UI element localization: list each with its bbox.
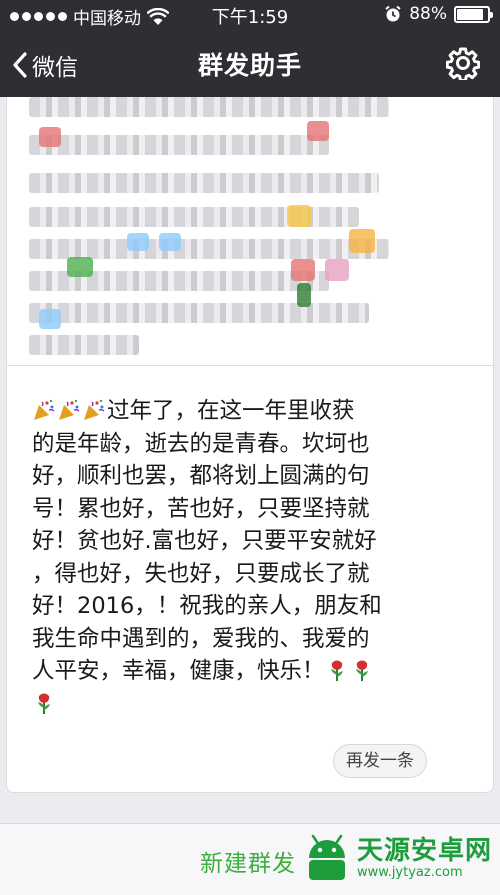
message-line: 的是年龄，逝去的是青春。坎坷也 <box>32 430 370 457</box>
rose-icon <box>355 660 368 681</box>
resend-button[interactable]: 再发一条 <box>333 744 427 778</box>
top-bar: 中国移动 下午1:59 88% 微信 群发助手 <box>0 0 500 97</box>
blurred-text-line <box>29 335 139 355</box>
alarm-clock-icon <box>385 5 401 22</box>
page-title: 群发助手 <box>197 51 302 80</box>
watermark-url: www.jytyaz.com <box>356 865 463 880</box>
message-line: 人平安，幸福，健康，快乐！ <box>32 655 477 688</box>
card-divider <box>7 365 495 366</box>
status-bar: 中国移动 下午1:59 88% <box>0 0 500 30</box>
status-right: 88% <box>384 4 493 24</box>
blurred-emoji <box>67 257 93 277</box>
blurred-emoji <box>39 309 61 329</box>
rose-icon <box>38 693 50 714</box>
blurred-previous-message <box>29 97 417 367</box>
bottom-bar: 新建群发 天源安卓网 www.jytyaz.com <box>0 823 500 895</box>
gear-icon[interactable] <box>446 46 480 80</box>
blurred-emoji <box>325 259 349 281</box>
party-popper-icon <box>34 399 55 420</box>
blurred-emoji <box>291 259 315 281</box>
battery-icon <box>454 5 493 23</box>
message-line: 我生命中遇到的，爱我的、我爱的 <box>32 625 370 652</box>
blurred-text-line <box>29 173 379 193</box>
message-line: ，得也好，失也好，只要成长了就 <box>32 560 370 587</box>
message-line: 过年了，在这一年里收获 <box>32 395 477 428</box>
message-line: 号！累也好，苦也好，只要坚持就 <box>32 495 370 522</box>
party-popper-icon <box>59 399 80 420</box>
message-line-text: 过年了，在这一年里收获 <box>107 398 355 424</box>
party-popper-icon <box>84 399 105 420</box>
blurred-emoji <box>39 127 61 147</box>
site-watermark: 天源安卓网 www.jytyaz.com <box>303 832 492 884</box>
rose-icon <box>330 660 343 681</box>
blurred-text-line <box>29 135 329 155</box>
message-line: 好！2016，！祝我的亲人，朋友和 <box>32 593 382 619</box>
message-line: 好！贫也好.富也好，只要平安就好 <box>32 528 377 554</box>
blurred-emoji <box>287 205 311 227</box>
message-line: 好，顺利也罢，都将划上圆满的句 <box>32 463 370 489</box>
message-card: 过年了，在这一年里收获 的是年龄，逝去的是青春。坎坷也 好，顺利也罢，都将划上圆… <box>6 97 495 793</box>
blurred-text-line <box>29 303 369 323</box>
blurred-text-line <box>29 97 389 117</box>
blurred-text-line <box>29 239 389 259</box>
battery-percentage: 88% <box>409 4 447 24</box>
message-line-text: 人平安，幸福，健康，快乐！ <box>32 658 325 684</box>
watermark-name: 天源安卓网 <box>356 836 492 866</box>
blurred-emoji <box>349 229 375 253</box>
blurred-emoji <box>159 233 181 251</box>
message-line <box>32 688 477 721</box>
android-logo-icon <box>308 834 345 880</box>
message-text: 过年了，在这一年里收获 的是年龄，逝去的是青春。坎坷也 好，顺利也罢，都将划上圆… <box>32 395 477 720</box>
blurred-emoji <box>127 233 149 251</box>
navigation-bar: 微信 群发助手 <box>0 30 500 97</box>
blurred-emoji <box>307 121 329 141</box>
new-mass-message-button[interactable]: 新建群发 <box>200 844 296 878</box>
blurred-emoji <box>297 283 311 307</box>
